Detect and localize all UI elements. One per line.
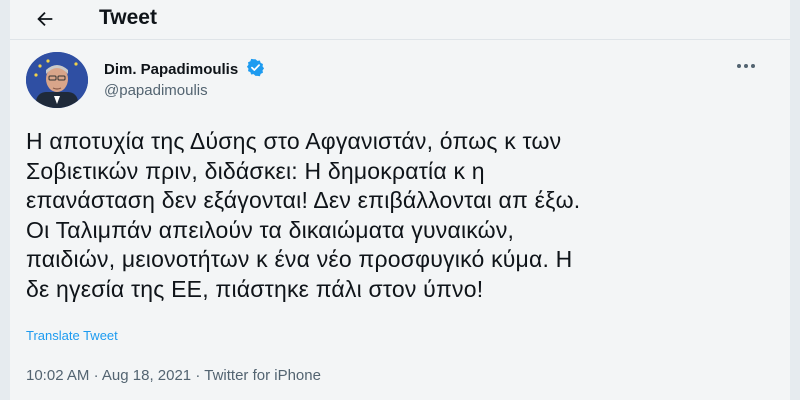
back-button[interactable] <box>30 4 60 34</box>
arrow-left-icon <box>37 11 53 27</box>
page-title: Tweet <box>99 6 157 29</box>
translate-tweet-link[interactable]: Translate Tweet <box>26 328 118 343</box>
tweet-text: Η αποτυχία της Δύσης στο Αφγανιστάν, όπω… <box>26 128 581 302</box>
frame-right <box>790 0 800 400</box>
avatar[interactable] <box>26 52 88 108</box>
tweet-source[interactable]: Twitter for iPhone <box>204 367 321 384</box>
meta-separator: · <box>93 367 99 384</box>
author-name-text: Dim. Papadimoulis <box>104 61 239 78</box>
verified-badge-icon <box>247 58 265 77</box>
meta-separator: · <box>195 367 201 384</box>
tweet-metadata: 10:02 AM · Aug 18, 2021 · Twitter for iP… <box>26 367 321 384</box>
frame-left <box>0 0 10 400</box>
tweet-card: Tweet Dim. Papadimoulis @papadimoulis Η … <box>10 0 790 400</box>
more-dots-icon <box>737 64 755 68</box>
author-handle[interactable]: @papadimoulis <box>104 82 208 99</box>
avatar-image <box>26 52 88 108</box>
tweet-date[interactable]: Aug 18, 2021 <box>102 367 191 384</box>
tweet-time[interactable]: 10:02 AM <box>26 367 89 384</box>
more-button[interactable] <box>732 56 760 76</box>
author-name[interactable]: Dim. Papadimoulis <box>104 58 265 78</box>
page-header: Tweet <box>10 0 790 40</box>
